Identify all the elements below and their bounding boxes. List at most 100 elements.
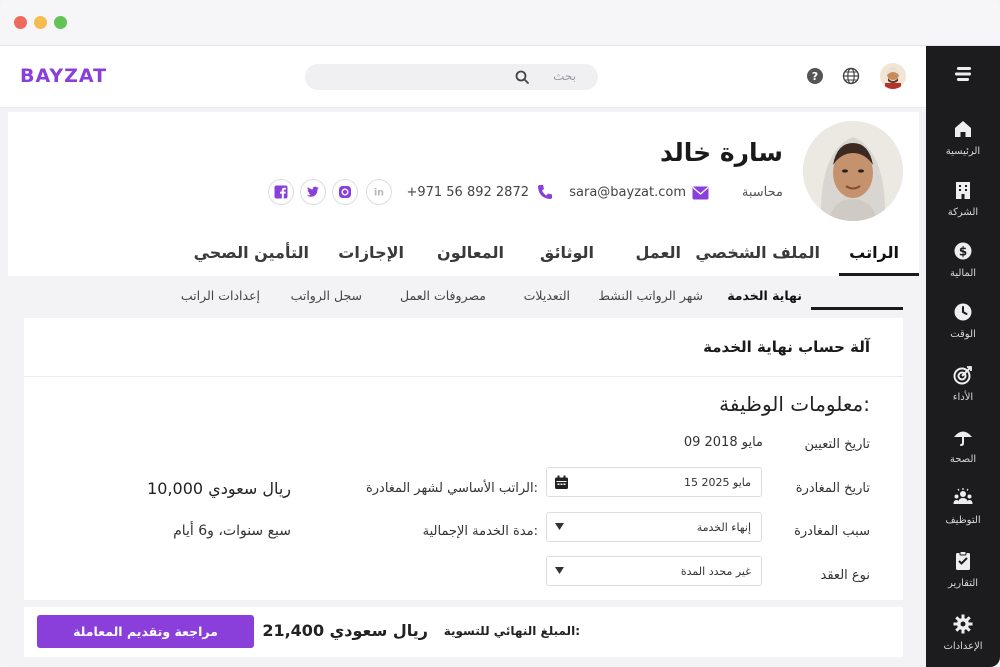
tab-documents[interactable]: الوثائق [540,243,594,262]
phone-icon [538,185,552,199]
employee-phone[interactable]: +971 56 892 2872 [406,185,529,200]
user-avatar[interactable] [880,63,906,89]
sidebar-item-label: المالية [949,268,977,279]
employee-email[interactable]: sara@bayzat.com [569,185,686,200]
calculator-title: آلة حساب نهاية الخدمة [703,338,870,356]
subtab-payroll-history[interactable]: سجل الرواتب [291,288,362,303]
departure-reason-label: سبب المغادرة [794,524,870,539]
tab-dependents[interactable]: المعالون [437,243,504,262]
minimize-window-button[interactable] [34,16,47,29]
top-header: BAYZAT بحث ? [0,46,926,108]
tab-leaves[interactable]: الإجازات [338,243,404,262]
facebook-icon[interactable] [268,179,294,205]
close-window-button[interactable] [14,16,27,29]
tab-work[interactable]: العمل [635,243,681,262]
service-duration-label: مدة الخدمة الإجمالية: [422,524,538,539]
hire-date-label: تاريخ التعيين [804,437,870,452]
sidebar-item-label: الإعدادات [943,641,983,652]
gear-icon [953,614,973,634]
subtab-adjustments[interactable]: التعديلات [524,288,570,303]
search-placeholder[interactable]: بحث [553,69,576,83]
menu-icon[interactable] [954,66,972,82]
departure-reason-select[interactable]: إنهاء الخدمة [546,512,762,542]
sidebar-item-label: الأداء [952,392,974,403]
help-icon[interactable]: ? [806,67,824,85]
profile-card: سارة خالد محاسبة sara@bayzat.com +971 56… [8,112,919,276]
profile-photo [803,121,903,221]
hire-date-value: 09 مايو 2018 [683,435,763,450]
calendar-icon[interactable] [554,475,569,490]
app-window: BAYZAT بحث ? سارة خالد محاسبة sara@bayza… [0,0,1000,667]
sidebar-item-label: التقارير [947,578,979,589]
svg-text:in: in [374,187,384,198]
final-settlement-label: المبلغ النهائي للتسوية: [443,624,580,638]
sidebar-item-reports[interactable]: التقارير [926,550,1000,602]
job-info-heading: معلومات الوظيفة: [719,392,870,416]
main-tabs: الراتب الملف الشخصي العمل الوثائق المعال… [8,233,919,276]
tab-salary[interactable]: الراتب [849,243,899,262]
maximize-window-button[interactable] [54,16,67,29]
window-titlebar [0,0,1000,46]
settlement-bar: المبلغ النهائي للتسوية: 21,400 ريال سعود… [24,607,903,657]
subtab-salary-settings[interactable]: إعدادات الراتب [181,288,260,303]
people-icon [953,488,973,504]
review-submit-button[interactable]: مراجعة وتقديم المعاملة [37,615,254,648]
clipboard-icon [956,551,970,570]
search-bar[interactable]: بحث [305,64,598,90]
mail-icon [692,186,709,200]
tab-personal-profile[interactable]: الملف الشخصي [695,243,820,262]
departure-date-label: تاريخ المغادرة [795,481,870,496]
sidebar-item-label: الشركة [947,207,979,218]
sidebar-item-home[interactable]: الرئيسية [926,118,1000,170]
active-subtab-indicator [811,307,903,310]
sidebar-item-time[interactable]: الوقت [926,301,1000,353]
umbrella-icon [954,431,972,446]
dollar-icon: $ [954,242,972,260]
building-icon [956,182,970,199]
main-sidebar: الرئيسية الشركة $ المالية الوقت الأداء ا… [926,46,1000,667]
employee-role: محاسبة [741,185,783,200]
chevron-down-icon [555,567,564,574]
sidebar-item-performance[interactable]: الأداء [926,364,1000,416]
instagram-icon[interactable] [332,179,358,205]
home-icon [955,121,971,137]
sidebar-item-label: الرئيسية [945,146,981,157]
base-salary-label: الراتب الأساسي لشهر المغادرة: [365,481,538,496]
departure-reason-value[interactable]: إنهاء الخدمة [697,521,751,534]
globe-icon[interactable] [842,67,860,85]
employee-name: سارة خالد [659,138,783,167]
sidebar-item-label: التوظيف [945,515,981,526]
svg-text:?: ? [812,70,818,83]
sidebar-item-finance[interactable]: $ المالية [926,240,1000,292]
menu-toggle[interactable] [926,60,1000,88]
contract-type-value[interactable]: غير محدد المدة [681,565,751,578]
divider [24,376,903,377]
end-of-service-calculator: آلة حساب نهاية الخدمة معلومات الوظيفة: ت… [24,318,903,600]
service-duration-value: سبع سنوات، و6 أيام [173,523,291,539]
linkedin-icon[interactable]: in [366,179,392,205]
base-salary-value: 10,000 ريال سعودي [147,479,291,498]
salary-subtabs: نهاية الخدمة شهر الرواتب النشط التعديلات… [0,276,926,316]
subtab-work-expenses[interactable]: مصروفات العمل [400,288,486,303]
target-icon [953,366,972,385]
sidebar-item-recruitment[interactable]: التوظيف [926,487,1000,539]
final-settlement-amount: 21,400 ريال سعودي [262,621,428,640]
departure-date-field[interactable]: 15 مايو 2025 [546,467,762,497]
subtab-active-payroll-month[interactable]: شهر الرواتب النشط [598,288,703,303]
contract-type-select[interactable]: غير محدد المدة [546,556,762,586]
sidebar-item-health[interactable]: الصحة [926,426,1000,478]
bayzat-logo[interactable]: BAYZAT [20,65,107,87]
departure-date-value[interactable]: 15 مايو 2025 [684,476,751,489]
twitter-icon[interactable] [300,179,326,205]
sidebar-item-label: الصحة [949,454,977,465]
contract-type-label: نوع العقد [820,568,870,583]
sidebar-item-label: الوقت [950,329,976,340]
sidebar-item-settings[interactable]: الإعدادات [926,613,1000,665]
sidebar-item-company[interactable]: الشركة [926,179,1000,231]
subtab-end-of-service[interactable]: نهاية الخدمة [727,288,802,303]
chevron-down-icon [555,523,564,530]
tab-health-insurance[interactable]: التأمين الصحي [194,243,309,262]
clock-icon [954,303,972,321]
svg-text:$: $ [959,245,967,259]
search-icon [515,70,529,84]
